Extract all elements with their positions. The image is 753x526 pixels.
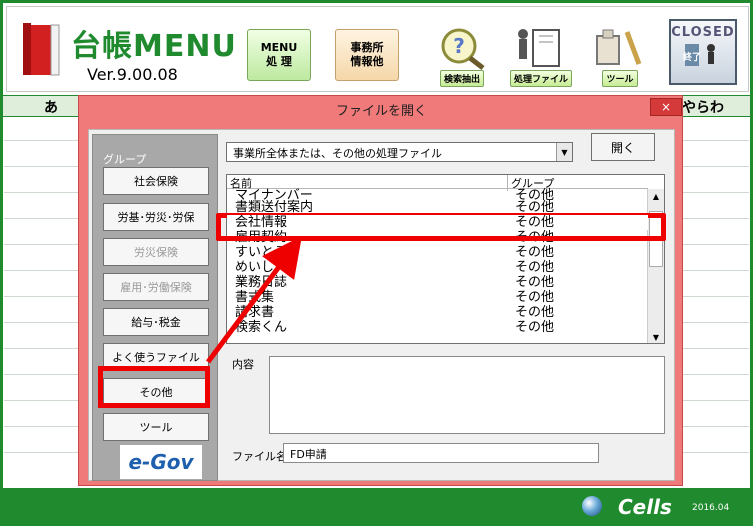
content-label: 内容 (232, 358, 254, 371)
dialog-title: ファイルを開く (335, 104, 427, 119)
sheet-column-yarawa: やらわ (682, 100, 724, 116)
search-extract-label: 検索抽出 (439, 70, 484, 87)
file-list-header: 名前 グループ (227, 175, 648, 191)
svg-text:?: ? (453, 34, 465, 58)
dialog-close-button[interactable]: × (650, 98, 682, 116)
search-extract-button[interactable]: ? 検索抽出 (429, 21, 495, 87)
file-type-select-value: 事業所全体または、その他の処理ファイル (233, 147, 442, 160)
menu-process-button[interactable]: MENU 処 理 (247, 29, 311, 81)
list-item[interactable]: すいとる その他 (227, 245, 648, 260)
group-panel: グループ 社会保険 労基･労災･労保 労災保険 雇用･労働保険 給与･税金 よく… (92, 134, 218, 481)
list-item[interactable]: めいし その他 (227, 260, 648, 275)
tools-button[interactable]: ツール (587, 21, 653, 87)
closed-label: CLOSED (671, 25, 735, 40)
group-button-labor-standards[interactable]: 労基･労災･労保 (103, 203, 209, 231)
app-version: Ver.9.00.08 (87, 65, 178, 84)
app-logo-title: 台帳MENU (71, 29, 237, 64)
egov-logo[interactable]: e-Gov (120, 445, 202, 479)
open-file-dialog: ファイルを開く × グループ 社会保険 労基･労災･労保 労災保険 雇用･労働保… (78, 95, 683, 486)
list-item-selected[interactable]: 会社情報 その他 (227, 215, 648, 230)
file-list[interactable]: 名前 グループ マイナンバー その他 書類送付案内 その他 会社情報 その他 雇用契約… (226, 174, 665, 344)
process-files-label: 処理ファイル (509, 70, 572, 87)
group-button-salary-tax[interactable]: 給与･税金 (103, 308, 209, 336)
closed-exit-button[interactable]: CLOSED 終了 (669, 19, 737, 85)
list-item[interactable]: 業務日誌 その他 (227, 275, 648, 290)
list-item[interactable]: 書式集 その他 (227, 290, 648, 305)
binder-person-icon (518, 29, 560, 67)
filename-input[interactable]: FD申請 (283, 443, 599, 463)
open-button[interactable]: 開く (591, 133, 655, 161)
release-date: 2016.04 (692, 503, 730, 513)
closed-sub-label: 終了 (683, 51, 701, 63)
sheet-column-a: あ (44, 100, 58, 116)
tools-label: ツール (602, 70, 638, 87)
content-description-box (269, 356, 665, 434)
cells-brand: Cells (618, 495, 672, 519)
list-item[interactable]: 請求書 その他 (227, 305, 648, 320)
header: 台帳MENU Ver.9.00.08 MENU 処 理 事務所 情報他 ? 検索… (6, 6, 749, 92)
group-button-social-insurance[interactable]: 社会保険 (103, 167, 209, 195)
file-type-select[interactable]: 事業所全体または、その他の処理ファイル ▼ (226, 142, 573, 162)
group-button-tools[interactable]: ツール (103, 413, 209, 441)
office-info-button[interactable]: 事務所 情報他 (335, 29, 399, 81)
group-legend: グループ (103, 153, 147, 166)
exit-door-icon: 終了 (683, 44, 715, 66)
highlight-other-button (98, 366, 210, 408)
scroll-down-icon[interactable]: ▼ (648, 330, 664, 343)
scroll-up-icon[interactable]: ▲ (648, 189, 664, 203)
dialog-body: グループ 社会保険 労基･労災･労保 労災保険 雇用･労働保険 給与･税金 よく… (88, 129, 675, 481)
group-button-employment-insurance[interactable]: 雇用･労働保険 (103, 273, 209, 301)
filename-label: ファイル名 (232, 450, 287, 463)
book-logo-icon (23, 23, 60, 76)
process-files-button[interactable]: 処理ファイル (503, 21, 579, 87)
magnifier-icon: ? (441, 28, 485, 70)
toolbox-icon (596, 29, 642, 65)
chevron-down-icon[interactable]: ▼ (556, 143, 572, 161)
list-item[interactable]: 検索くん その他 (227, 320, 648, 335)
group-button-workers-comp[interactable]: 労災保険 (103, 238, 209, 266)
cells-globe-icon (582, 496, 602, 516)
